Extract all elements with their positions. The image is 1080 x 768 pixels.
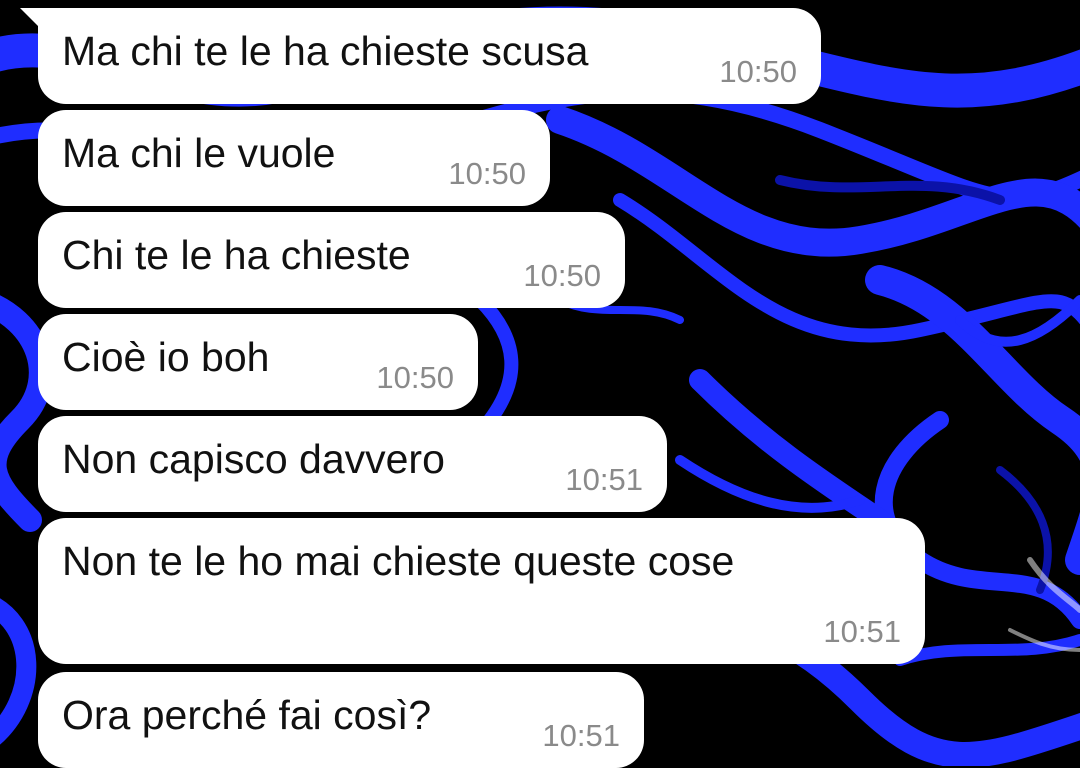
message-text: Non te le ho mai chieste queste cose [62, 538, 735, 584]
message-text: Ora perché fai così? [62, 692, 432, 738]
message-text: Ma chi le vuole [62, 130, 336, 176]
message-bubble[interactable]: Non te le ho mai chieste queste cose 10:… [38, 518, 925, 664]
message-time: 10:51 [823, 614, 901, 649]
message-time: 10:51 [565, 462, 643, 497]
message-time: 10:50 [719, 54, 797, 89]
message-bubble[interactable]: Ma chi le vuole 10:50 [38, 110, 550, 206]
message-bubble[interactable]: Non capisco davvero 10:51 [38, 416, 667, 512]
message-text: Ma chi te le ha chieste scusa [62, 28, 589, 74]
message-bubble[interactable]: Ora perché fai così? 10:51 [38, 672, 644, 768]
message-bubble[interactable]: Chi te le ha chieste 10:50 [38, 212, 625, 308]
message-text: Chi te le ha chieste [62, 232, 411, 278]
message-time: 10:51 [542, 718, 620, 753]
message-time: 10:50 [376, 360, 454, 395]
message-text: Cioè io boh [62, 334, 270, 380]
message-bubble[interactable]: Cioè io boh 10:50 [38, 314, 478, 410]
message-time: 10:50 [523, 258, 601, 293]
message-text: Non capisco davvero [62, 436, 445, 482]
chat-thread[interactable]: Ma chi te le ha chieste scusa 10:50 Ma c… [0, 0, 1080, 768]
message-time: 10:50 [448, 156, 526, 191]
message-bubble[interactable]: Ma chi te le ha chieste scusa 10:50 [20, 8, 821, 104]
bubble-tail [20, 8, 40, 28]
